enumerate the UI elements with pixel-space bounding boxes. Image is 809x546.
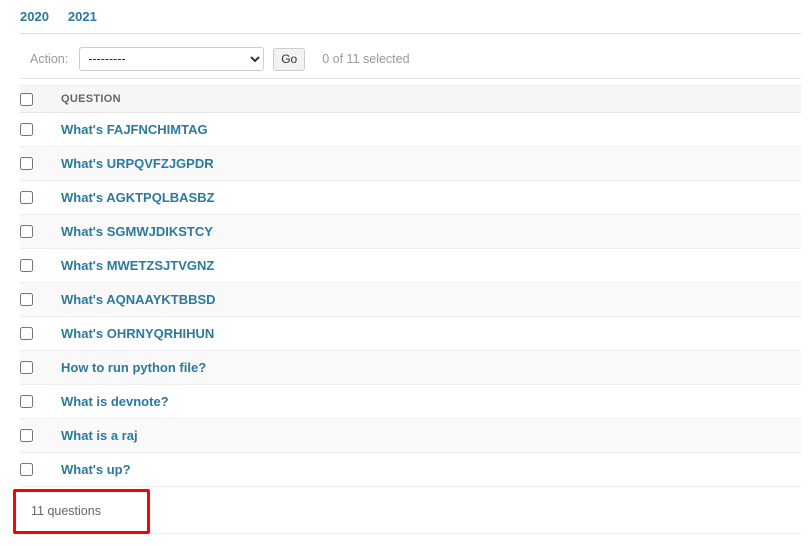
question-cell: How to run python file? [61,350,801,385]
question-cell: What is devnote? [61,384,801,419]
table-row: What's AGKTPQLBASBZ [20,180,801,215]
action-select[interactable]: --------- [79,47,265,71]
table-row: What's FAJFNCHIMTAG [20,112,801,147]
table-row: What's OHRNYQRHIHUN [20,316,801,351]
row-select-cell [20,180,61,215]
row-select-checkbox[interactable] [20,224,33,238]
row-select-checkbox[interactable] [20,258,33,272]
row-select-checkbox[interactable] [20,360,33,374]
row-select-cell [20,112,61,147]
column-header-question: QUESTION [61,85,801,113]
question-cell: What's AGKTPQLBASBZ [61,180,801,215]
row-select-cell [20,452,61,487]
column-header-select-all [20,85,61,113]
table-row: What's up? [20,452,801,487]
year-tabs-bar: 2020 2021 [0,0,809,35]
question-link[interactable]: What's SGMWJDIKSTCY [61,224,213,239]
selection-status: 0 of 11 selected [322,52,410,66]
row-select-cell [20,350,61,385]
question-cell: What's MWETZSJTVGNZ [61,248,801,283]
row-select-cell [20,418,61,453]
question-link[interactable]: What's URPQVFZJGPDR [61,156,214,171]
table-row: What's URPQVFZJGPDR [20,146,801,181]
question-changelist-page: 2020 2021 Action: --------- Go 0 of 11 s… [0,0,809,546]
go-button[interactable]: Go [273,47,306,71]
tab-year-2020[interactable]: 2020 [20,10,49,23]
question-link[interactable]: What is a raj [61,428,138,443]
question-cell: What's SGMWJDIKSTCY [61,214,801,249]
row-select-cell [20,214,61,249]
result-count: 11 questions [31,504,101,518]
row-select-checkbox[interactable] [20,292,33,306]
row-select-checkbox[interactable] [20,190,33,204]
row-select-checkbox[interactable] [20,394,33,408]
actions-toolbar: Action: --------- Go 0 of 11 selected [20,40,801,79]
table-header-row: QUESTION [20,85,801,113]
results-table: QUESTION What's FAJFNCHIMTAG What's URPQV… [20,85,801,487]
question-cell: What's URPQVFZJGPDR [61,146,801,181]
question-link[interactable]: What's AGKTPQLBASBZ [61,190,215,205]
select-all-checkbox[interactable] [20,92,33,106]
question-link[interactable]: How to run python file? [61,360,206,375]
row-select-cell [20,146,61,181]
paginator: 11 questions [20,489,801,534]
table-row: What is devnote? [20,384,801,419]
results-table-head: QUESTION [20,85,801,113]
row-select-checkbox[interactable] [20,156,33,170]
table-row: What is a raj [20,418,801,453]
table-row: How to run python file? [20,350,801,385]
question-link[interactable]: What's FAJFNCHIMTAG [61,122,208,137]
row-select-checkbox[interactable] [20,122,33,136]
question-link[interactable]: What's MWETZSJTVGNZ [61,258,214,273]
tab-year-2021[interactable]: 2021 [68,10,97,23]
question-cell: What is a raj [61,418,801,453]
question-link[interactable]: What is devnote? [61,394,169,409]
table-row: What's MWETZSJTVGNZ [20,248,801,283]
row-select-cell [20,248,61,283]
table-row: What's SGMWJDIKSTCY [20,214,801,249]
question-link[interactable]: What's AQNAAYKTBBSD [61,292,216,307]
year-tabs: 2020 2021 [20,0,801,34]
question-cell: What's AQNAAYKTBBSD [61,282,801,317]
question-link[interactable]: What's OHRNYQRHIHUN [61,326,214,341]
row-select-checkbox[interactable] [20,462,33,476]
question-link[interactable]: What's up? [61,462,131,477]
question-cell: What's OHRNYQRHIHUN [61,316,801,351]
row-select-checkbox[interactable] [20,326,33,340]
row-select-cell [20,384,61,419]
results-table-body: What's FAJFNCHIMTAG What's URPQVFZJGPDR Wh… [20,112,801,487]
table-row: What's AQNAAYKTBBSD [20,282,801,317]
action-label: Action: [30,52,69,66]
question-cell: What's up? [61,452,801,487]
question-cell: What's FAJFNCHIMTAG [61,112,801,147]
results-table-wrapper: QUESTION What's FAJFNCHIMTAG What's URPQV… [20,85,801,487]
row-select-checkbox[interactable] [20,428,33,442]
row-select-cell [20,282,61,317]
row-select-cell [20,316,61,351]
